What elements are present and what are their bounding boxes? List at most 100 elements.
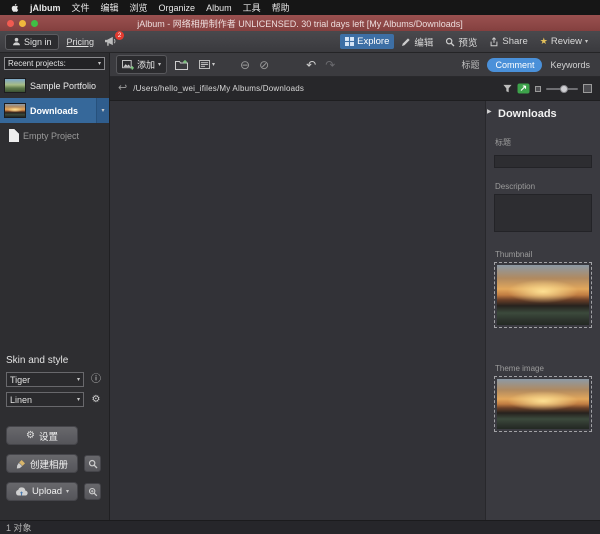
output-folder-icon[interactable] [517,83,530,94]
sidebar-buttons: ⚙ 设置 创建相册 Upload [0,414,109,520]
sign-in-label: Sign in [24,37,52,47]
magnifier-plus-icon [88,487,98,497]
menu-browse[interactable]: 浏览 [130,1,148,14]
import-list-icon [199,60,210,69]
cloud-upload-icon [15,487,28,496]
project-label: Empty Project [23,131,79,141]
upload-label: Upload [32,486,62,497]
mode-switcher: Explore 编辑 预览 Share ★ Review ▾ [340,33,595,51]
theme-image-dropzone[interactable] [494,376,592,432]
preview-album-button[interactable] [84,455,101,472]
chevron-down-icon: ▾ [77,397,80,403]
skin-select[interactable]: Tiger ▾ [6,372,84,387]
explore-tab[interactable]: Explore [340,34,394,49]
zoom-window-button[interactable] [31,20,38,27]
caption-mode-label[interactable]: 标题 [461,58,479,71]
current-path: /Users/hello_wei_ifiles/My Albums/Downlo… [133,84,304,93]
keywords-mode-label[interactable]: Keywords [550,60,590,70]
edit-tab[interactable]: 编辑 [396,33,438,51]
app-toolbar: Sign in Pricing 2 Explore 编辑 预览 Share [0,31,600,53]
project-item-sample-portfolio[interactable]: Sample Portfolio [0,73,109,98]
slider-knob[interactable] [560,85,568,93]
command-bar: 添加 ▾ ▾ ⊖ ⊘ ↶ ↷ 标题 Comment Keyword [110,53,600,77]
redo-button[interactable]: ↷ [323,59,337,71]
panel-title: Downloads [498,108,592,120]
thumbnail-size-small-icon[interactable] [535,86,541,92]
folder-plus-icon [175,59,188,70]
menu-file[interactable]: 文件 [72,1,90,14]
comment-mode-pill[interactable]: Comment [487,58,542,72]
chevron-down-icon: ▾ [77,377,80,383]
object-count: 1 对象 [6,521,32,534]
preview-tab[interactable]: 预览 [440,33,482,51]
zoom-button[interactable] [84,483,101,500]
chevron-down-icon: ▾ [101,108,104,114]
upload-button[interactable]: Upload ▾ [6,482,78,501]
add-button[interactable]: 添加 ▾ [116,55,167,74]
album-content-area[interactable] [110,101,485,520]
magnifier-icon [445,37,455,47]
skin-section-title: Skin and style [6,355,103,366]
explore-label: Explore [357,36,389,47]
title-input[interactable] [494,155,592,168]
collapse-panel-arrow[interactable]: ▶ [487,109,492,115]
thumbnail-label: Thumbnail [495,250,591,259]
filter-funnel-icon[interactable] [503,84,512,93]
theme-image [497,379,589,429]
create-album-button[interactable]: 创建相册 [6,454,78,473]
new-folder-button[interactable] [172,57,191,72]
gear-icon: ⚙ [26,431,35,441]
star-icon: ★ [540,37,548,46]
style-select[interactable]: Linen ▾ [6,392,84,407]
add-label: 添加 [137,58,155,71]
thumbnail-size-slider[interactable] [546,88,578,90]
project-item-downloads[interactable]: Downloads ▾ [0,98,109,123]
sidebar-spacer [0,148,109,350]
window-titlebar: jAlbum - 网络相册制作者 UNLICENSED. 30 trial da… [0,15,600,31]
remove-button[interactable]: ⊖ [238,59,252,71]
announcements-button[interactable]: 2 [104,36,117,47]
skin-info-button[interactable]: ⓘ [89,375,103,385]
project-label: Downloads [30,106,92,116]
recent-projects-dropdown[interactable]: Recent projects: ▾ [4,57,105,70]
minimize-button[interactable] [19,20,26,27]
window-title: jAlbum - 网络相册制作者 UNLICENSED. 30 trial da… [137,17,463,30]
center-column: 添加 ▾ ▾ ⊖ ⊘ ↶ ↷ 标题 Comment Keyword [110,53,600,520]
import-button[interactable]: ▾ [196,58,218,71]
menu-jalbum[interactable]: jAlbum [30,3,61,13]
sign-in-button[interactable]: Sign in [5,34,59,50]
grid-icon [345,37,354,46]
jalbum-app: jAlbum 文件 编辑 浏览 Organize Album 工具 帮助 jAl… [0,0,600,534]
thumbnail-dropzone[interactable] [494,262,592,328]
add-image-icon [122,60,134,70]
exclude-button[interactable]: ⊘ [257,59,271,71]
document-icon [9,129,19,142]
menu-tools[interactable]: 工具 [243,1,261,14]
menu-edit[interactable]: 编辑 [101,1,119,14]
menu-album[interactable]: Album [206,3,232,13]
menu-help[interactable]: 帮助 [272,1,290,14]
body-row: ▶ Downloads 标题 Description Thumbnail The… [110,101,600,520]
close-button[interactable] [7,20,14,27]
skin-and-style-section: Skin and style Tiger ▾ ⓘ Linen ▾ ⚙ [0,350,109,414]
review-tab[interactable]: ★ Review ▾ [535,34,593,49]
share-tab[interactable]: Share [484,34,532,49]
thumbnail-size-large-icon[interactable] [583,84,592,93]
chevron-down-icon: ▾ [212,62,215,68]
notification-badge: 2 [115,31,124,40]
up-level-icon[interactable]: ↩ [118,83,127,94]
project-thumbnail [4,103,26,118]
apple-menu-icon[interactable] [10,2,19,13]
pricing-link[interactable]: Pricing [67,37,95,47]
skin-value: Tiger [10,375,30,385]
project-menu-button[interactable]: ▾ [96,98,109,123]
settings-button[interactable]: ⚙ 设置 [6,426,78,445]
style-gear-button[interactable]: ⚙ [89,395,103,405]
description-input[interactable] [494,194,592,232]
menu-organize[interactable]: Organize [159,3,196,13]
preview-label: 预览 [458,35,477,49]
undo-button[interactable]: ↶ [304,59,318,71]
chevron-down-icon: ▾ [98,61,101,67]
project-item-empty-project[interactable]: Empty Project [0,123,109,148]
person-icon [12,37,21,46]
